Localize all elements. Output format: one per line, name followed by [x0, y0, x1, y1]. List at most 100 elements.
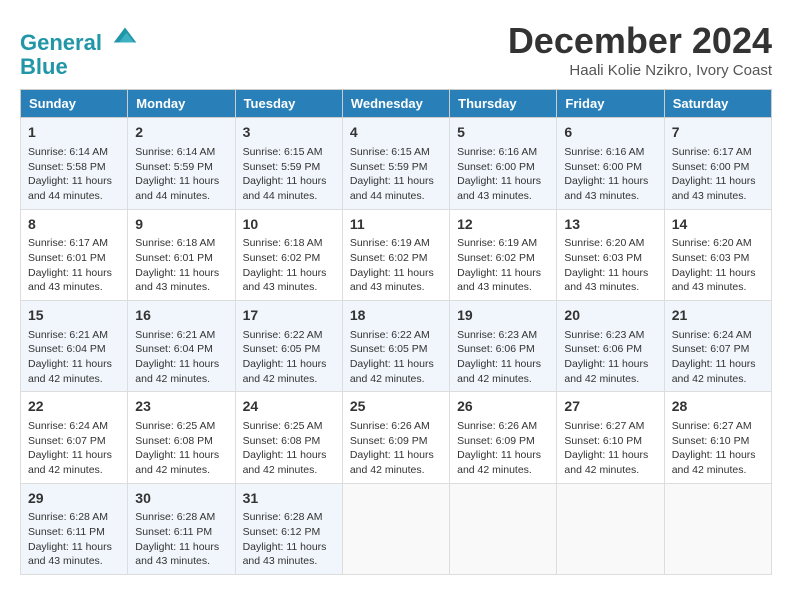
cell-content: Sunrise: 6:14 AMSunset: 5:58 PMDaylight:… — [28, 145, 120, 204]
cell-content: Sunrise: 6:19 AMSunset: 6:02 PMDaylight:… — [457, 236, 549, 295]
cell-content: Sunrise: 6:19 AMSunset: 6:02 PMDaylight:… — [350, 236, 442, 295]
cell-content: Sunrise: 6:27 AMSunset: 6:10 PMDaylight:… — [672, 419, 764, 478]
calendar-cell: 3Sunrise: 6:15 AMSunset: 5:59 PMDaylight… — [235, 118, 342, 209]
cell-content: Sunrise: 6:20 AMSunset: 6:03 PMDaylight:… — [672, 236, 764, 295]
calendar-cell: 25Sunrise: 6:26 AMSunset: 6:09 PMDayligh… — [342, 392, 449, 483]
cell-content: Sunrise: 6:14 AMSunset: 5:59 PMDaylight:… — [135, 145, 227, 204]
calendar-cell: 8Sunrise: 6:17 AMSunset: 6:01 PMDaylight… — [21, 209, 128, 300]
calendar-cell: 18Sunrise: 6:22 AMSunset: 6:05 PMDayligh… — [342, 301, 449, 392]
calendar-cell: 12Sunrise: 6:19 AMSunset: 6:02 PMDayligh… — [450, 209, 557, 300]
day-number: 7 — [672, 123, 764, 143]
calendar-cell — [342, 483, 449, 574]
day-number: 27 — [564, 397, 656, 417]
calendar-cell: 24Sunrise: 6:25 AMSunset: 6:08 PMDayligh… — [235, 392, 342, 483]
day-number: 4 — [350, 123, 442, 143]
calendar-cell: 5Sunrise: 6:16 AMSunset: 6:00 PMDaylight… — [450, 118, 557, 209]
calendar-cell: 14Sunrise: 6:20 AMSunset: 6:03 PMDayligh… — [664, 209, 771, 300]
month-title: December 2024 — [508, 20, 772, 62]
day-number: 8 — [28, 215, 120, 235]
cell-content: Sunrise: 6:28 AMSunset: 6:11 PMDaylight:… — [135, 510, 227, 569]
calendar-cell: 19Sunrise: 6:23 AMSunset: 6:06 PMDayligh… — [450, 301, 557, 392]
calendar-cell: 1Sunrise: 6:14 AMSunset: 5:58 PMDaylight… — [21, 118, 128, 209]
day-number: 29 — [28, 489, 120, 509]
calendar-cell: 17Sunrise: 6:22 AMSunset: 6:05 PMDayligh… — [235, 301, 342, 392]
calendar-cell: 16Sunrise: 6:21 AMSunset: 6:04 PMDayligh… — [128, 301, 235, 392]
day-number: 1 — [28, 123, 120, 143]
day-number: 9 — [135, 215, 227, 235]
calendar-cell: 4Sunrise: 6:15 AMSunset: 5:59 PMDaylight… — [342, 118, 449, 209]
day-number: 18 — [350, 306, 442, 326]
cell-content: Sunrise: 6:20 AMSunset: 6:03 PMDaylight:… — [564, 236, 656, 295]
calendar-cell: 21Sunrise: 6:24 AMSunset: 6:07 PMDayligh… — [664, 301, 771, 392]
location-subtitle: Haali Kolie Nzikro, Ivory Coast — [508, 62, 772, 79]
calendar-cell: 26Sunrise: 6:26 AMSunset: 6:09 PMDayligh… — [450, 392, 557, 483]
day-number: 22 — [28, 397, 120, 417]
cell-content: Sunrise: 6:15 AMSunset: 5:59 PMDaylight:… — [350, 145, 442, 204]
day-number: 19 — [457, 306, 549, 326]
logo: General Blue — [20, 20, 140, 79]
cell-content: Sunrise: 6:23 AMSunset: 6:06 PMDaylight:… — [457, 328, 549, 387]
day-number: 2 — [135, 123, 227, 143]
cell-content: Sunrise: 6:24 AMSunset: 6:07 PMDaylight:… — [28, 419, 120, 478]
day-number: 6 — [564, 123, 656, 143]
weekday-header-friday: Friday — [557, 90, 664, 118]
week-row-4: 22Sunrise: 6:24 AMSunset: 6:07 PMDayligh… — [21, 392, 772, 483]
cell-content: Sunrise: 6:22 AMSunset: 6:05 PMDaylight:… — [243, 328, 335, 387]
day-number: 24 — [243, 397, 335, 417]
calendar-cell: 20Sunrise: 6:23 AMSunset: 6:06 PMDayligh… — [557, 301, 664, 392]
calendar-cell: 29Sunrise: 6:28 AMSunset: 6:11 PMDayligh… — [21, 483, 128, 574]
weekday-header-tuesday: Tuesday — [235, 90, 342, 118]
cell-content: Sunrise: 6:21 AMSunset: 6:04 PMDaylight:… — [28, 328, 120, 387]
cell-content: Sunrise: 6:17 AMSunset: 6:00 PMDaylight:… — [672, 145, 764, 204]
cell-content: Sunrise: 6:25 AMSunset: 6:08 PMDaylight:… — [135, 419, 227, 478]
calendar-cell: 15Sunrise: 6:21 AMSunset: 6:04 PMDayligh… — [21, 301, 128, 392]
day-number: 20 — [564, 306, 656, 326]
day-number: 16 — [135, 306, 227, 326]
day-number: 28 — [672, 397, 764, 417]
cell-content: Sunrise: 6:18 AMSunset: 6:02 PMDaylight:… — [243, 236, 335, 295]
page-header: General Blue December 2024 Haali Kolie N… — [20, 20, 772, 79]
calendar-cell — [664, 483, 771, 574]
calendar-cell: 10Sunrise: 6:18 AMSunset: 6:02 PMDayligh… — [235, 209, 342, 300]
cell-content: Sunrise: 6:16 AMSunset: 6:00 PMDaylight:… — [457, 145, 549, 204]
day-number: 26 — [457, 397, 549, 417]
calendar-cell: 6Sunrise: 6:16 AMSunset: 6:00 PMDaylight… — [557, 118, 664, 209]
cell-content: Sunrise: 6:24 AMSunset: 6:07 PMDaylight:… — [672, 328, 764, 387]
day-number: 23 — [135, 397, 227, 417]
day-number: 5 — [457, 123, 549, 143]
day-number: 17 — [243, 306, 335, 326]
cell-content: Sunrise: 6:16 AMSunset: 6:00 PMDaylight:… — [564, 145, 656, 204]
calendar-cell: 2Sunrise: 6:14 AMSunset: 5:59 PMDaylight… — [128, 118, 235, 209]
week-row-2: 8Sunrise: 6:17 AMSunset: 6:01 PMDaylight… — [21, 209, 772, 300]
calendar-cell: 27Sunrise: 6:27 AMSunset: 6:10 PMDayligh… — [557, 392, 664, 483]
cell-content: Sunrise: 6:18 AMSunset: 6:01 PMDaylight:… — [135, 236, 227, 295]
weekday-header-thursday: Thursday — [450, 90, 557, 118]
day-number: 13 — [564, 215, 656, 235]
cell-content: Sunrise: 6:26 AMSunset: 6:09 PMDaylight:… — [350, 419, 442, 478]
calendar-cell — [450, 483, 557, 574]
calendar-cell: 13Sunrise: 6:20 AMSunset: 6:03 PMDayligh… — [557, 209, 664, 300]
day-number: 25 — [350, 397, 442, 417]
day-number: 15 — [28, 306, 120, 326]
week-row-3: 15Sunrise: 6:21 AMSunset: 6:04 PMDayligh… — [21, 301, 772, 392]
cell-content: Sunrise: 6:25 AMSunset: 6:08 PMDaylight:… — [243, 419, 335, 478]
day-number: 11 — [350, 215, 442, 235]
day-number: 21 — [672, 306, 764, 326]
cell-content: Sunrise: 6:17 AMSunset: 6:01 PMDaylight:… — [28, 236, 120, 295]
day-number: 10 — [243, 215, 335, 235]
cell-content: Sunrise: 6:26 AMSunset: 6:09 PMDaylight:… — [457, 419, 549, 478]
cell-content: Sunrise: 6:21 AMSunset: 6:04 PMDaylight:… — [135, 328, 227, 387]
weekday-header-monday: Monday — [128, 90, 235, 118]
cell-content: Sunrise: 6:27 AMSunset: 6:10 PMDaylight:… — [564, 419, 656, 478]
calendar-cell: 7Sunrise: 6:17 AMSunset: 6:00 PMDaylight… — [664, 118, 771, 209]
cell-content: Sunrise: 6:22 AMSunset: 6:05 PMDaylight:… — [350, 328, 442, 387]
logo-blue: Blue — [20, 55, 140, 79]
calendar-cell: 9Sunrise: 6:18 AMSunset: 6:01 PMDaylight… — [128, 209, 235, 300]
logo-general: General — [20, 30, 102, 55]
logo-icon — [110, 20, 140, 50]
logo-text: General — [20, 20, 140, 55]
title-block: December 2024 Haali Kolie Nzikro, Ivory … — [508, 20, 772, 79]
cell-content: Sunrise: 6:28 AMSunset: 6:11 PMDaylight:… — [28, 510, 120, 569]
calendar-cell: 28Sunrise: 6:27 AMSunset: 6:10 PMDayligh… — [664, 392, 771, 483]
weekday-header-row: SundayMondayTuesdayWednesdayThursdayFrid… — [21, 90, 772, 118]
